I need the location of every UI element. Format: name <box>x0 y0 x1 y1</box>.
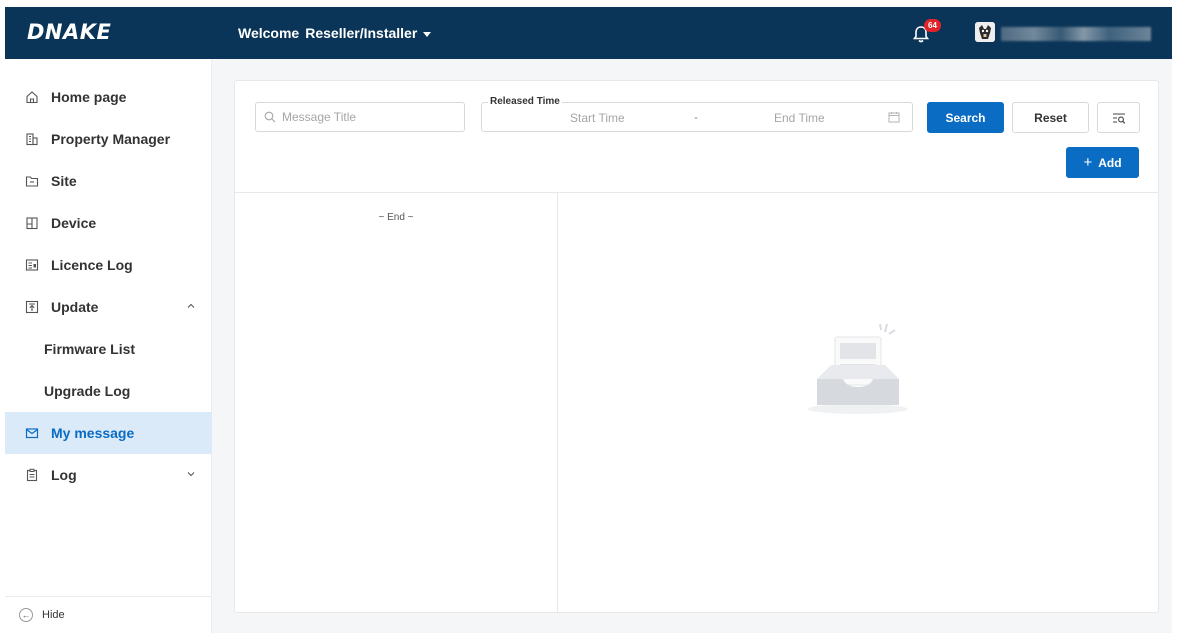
end-time-input[interactable]: End Time <box>774 111 825 125</box>
username-redacted[interactable] <box>1001 27 1151 41</box>
building-icon <box>26 133 38 146</box>
add-message-button[interactable]: + Add <box>1066 147 1139 178</box>
chevron-down-icon <box>187 472 195 477</box>
released-time-label: Released Time <box>488 96 562 107</box>
licence-icon <box>25 259 39 271</box>
plus-icon: + <box>1083 154 1093 171</box>
sidebar-item-label: Home page <box>51 89 127 105</box>
sidebar-item-home-page[interactable]: Home page <box>5 76 212 118</box>
arrow-left-icon: ← <box>19 608 33 622</box>
sidebar-item-label: My message <box>51 425 135 441</box>
start-time-input[interactable]: Start Time <box>570 111 625 125</box>
caret-down-icon <box>423 31 432 37</box>
add-label: Add <box>1098 155 1122 170</box>
home-icon <box>26 91 38 104</box>
chevron-up-icon <box>187 303 195 308</box>
sidebar: Home page Property Manager Site Device L… <box>5 59 212 633</box>
search-button[interactable]: Search <box>927 102 1004 133</box>
welcome-role-selector[interactable]: Welcome Reseller/Installer <box>238 25 432 41</box>
sidebar-item-licence-log[interactable]: Licence Log <box>5 244 212 286</box>
sidebar-item-label: Firmware List <box>44 341 136 357</box>
sidebar-item-upgrade-log[interactable]: Upgrade Log <box>5 370 212 412</box>
hide-label: Hide <box>42 609 65 621</box>
sidebar-item-site[interactable]: Site <box>5 160 212 202</box>
avatar[interactable] <box>975 22 995 42</box>
notification-badge: 64 <box>924 19 941 32</box>
sidebar-item-label: Update <box>51 299 99 315</box>
sidebar-item-device[interactable]: Device <box>5 202 212 244</box>
welcome-label: Welcome <box>238 25 300 41</box>
upload-icon <box>25 300 39 314</box>
message-title-input[interactable] <box>282 110 452 124</box>
message-list-end: ~ End ~ <box>378 212 414 223</box>
sidebar-item-label: Licence Log <box>51 257 133 273</box>
sidebar-item-my-message[interactable]: My message <box>5 412 212 454</box>
hide-sidebar-button[interactable]: ← Hide <box>5 596 212 633</box>
divider <box>557 192 558 613</box>
app-window: DNAKE Welcome Reseller/Installer 64 Home … <box>5 7 1172 633</box>
avatar-icon <box>975 22 995 42</box>
sidebar-item-firmware-list[interactable]: Firmware List <box>5 328 212 370</box>
role-label: Reseller/Installer <box>305 25 418 41</box>
range-separator: - <box>694 110 698 124</box>
sidebar-item-log[interactable]: Log <box>5 454 212 496</box>
sidebar-item-label: Device <box>51 215 97 231</box>
reset-button[interactable]: Reset <box>1012 102 1089 133</box>
empty-inbox-icon <box>808 323 908 414</box>
message-panel: Released Time Start Time - End Time Sear… <box>234 80 1159 613</box>
clipboard-icon <box>26 468 38 482</box>
folder-icon <box>25 176 39 187</box>
sidebar-item-label: Property Manager <box>51 131 171 147</box>
filter-toggle-button[interactable] <box>1097 102 1140 133</box>
message-title-search[interactable] <box>255 102 465 132</box>
search-icon <box>264 111 276 123</box>
calendar-icon <box>888 112 900 123</box>
top-bar: DNAKE Welcome Reseller/Installer 64 <box>5 7 1172 59</box>
filter-search-icon <box>1112 112 1125 124</box>
sidebar-item-label: Site <box>51 173 77 189</box>
sidebar-item-property-manager[interactable]: Property Manager <box>5 118 212 160</box>
sidebar-item-label: Log <box>51 467 77 483</box>
divider <box>235 192 1158 193</box>
mail-icon <box>25 428 39 439</box>
device-icon <box>26 217 38 230</box>
sidebar-item-label: Upgrade Log <box>44 383 131 399</box>
sidebar-item-update[interactable]: Update <box>5 286 212 328</box>
logo: DNAKE <box>27 20 112 44</box>
